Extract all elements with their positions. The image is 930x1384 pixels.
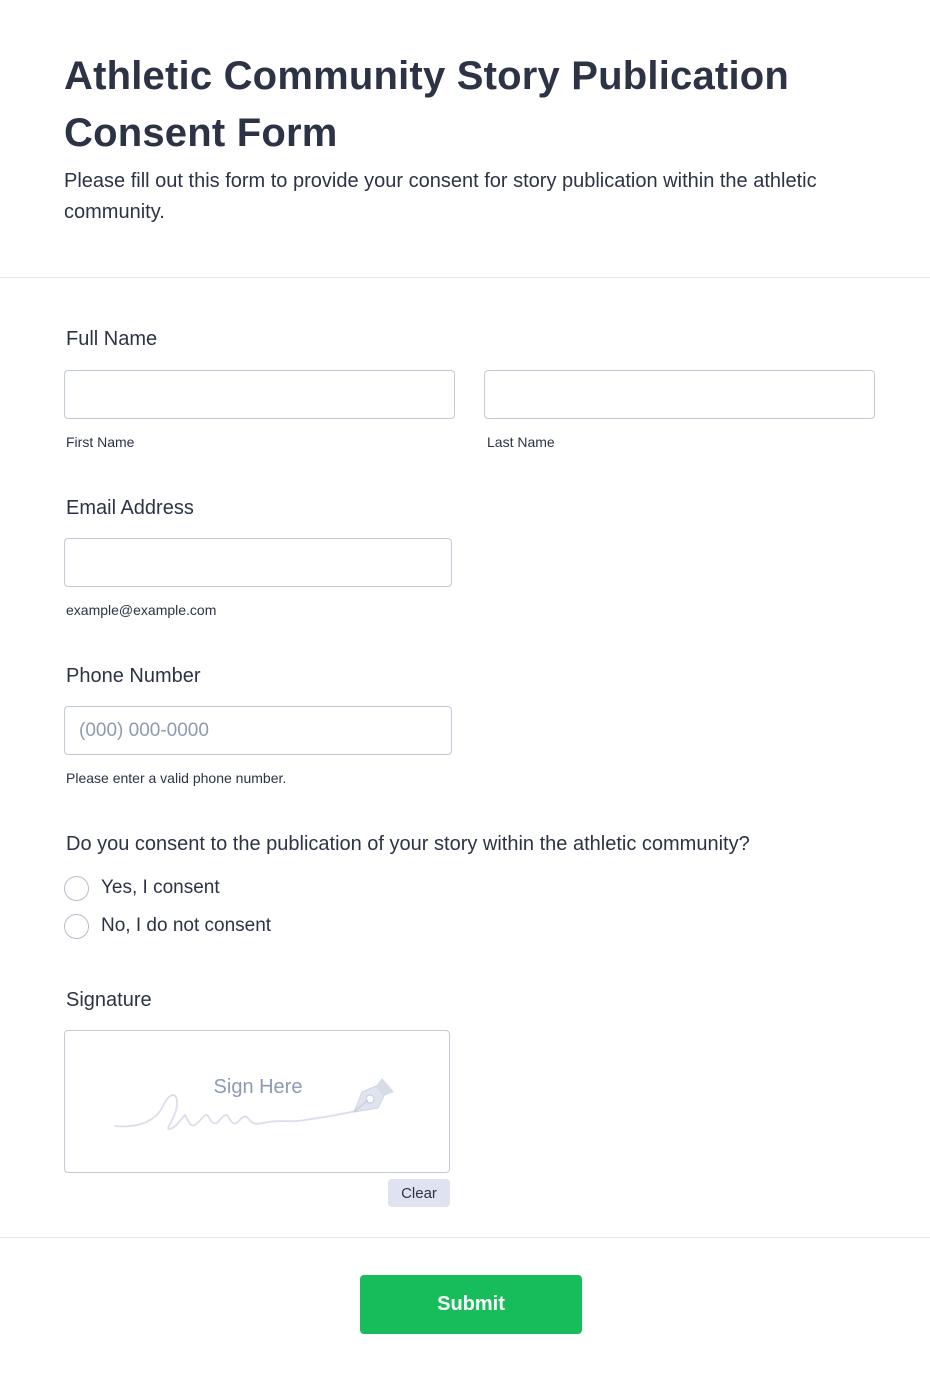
phone-input[interactable] — [64, 706, 452, 755]
consent-option-no[interactable]: No, I do not consent — [64, 913, 271, 939]
footer-divider — [0, 1237, 930, 1238]
clear-signature-button[interactable]: Clear — [388, 1179, 450, 1207]
pen-nib-icon — [353, 1078, 394, 1113]
radio-button[interactable] — [64, 913, 89, 939]
first-name-input[interactable] — [64, 370, 455, 419]
phone-label: Phone Number — [66, 665, 201, 687]
consent-option-label[interactable]: No, I do not consent — [101, 915, 271, 937]
last-name-input[interactable] — [484, 370, 875, 419]
consent-option-label[interactable]: Yes, I consent — [101, 877, 220, 899]
form-header: Athletic Community Story Publication Con… — [0, 0, 930, 278]
page-title: Athletic Community Story Publication Con… — [64, 54, 790, 155]
email-sublabel: example@example.com — [66, 602, 217, 618]
email-label: Email Address — [66, 497, 194, 519]
consent-question: Do you consent to the publication of you… — [66, 833, 750, 855]
email-input[interactable] — [64, 538, 452, 587]
page-subtitle: Please fill out this form to provide you… — [64, 170, 817, 223]
radio-button[interactable] — [64, 875, 89, 901]
consent-option-yes[interactable]: Yes, I consent — [64, 875, 220, 901]
full-name-label: Full Name — [66, 328, 158, 350]
first-name-sublabel: First Name — [66, 434, 135, 450]
phone-sublabel: Please enter a valid phone number. — [66, 770, 287, 786]
signature-pad[interactable]: Sign Here — [64, 1030, 450, 1173]
submit-button[interactable]: Submit — [360, 1275, 582, 1334]
signature-label: Signature — [66, 989, 152, 1011]
last-name-sublabel: Last Name — [487, 434, 555, 450]
